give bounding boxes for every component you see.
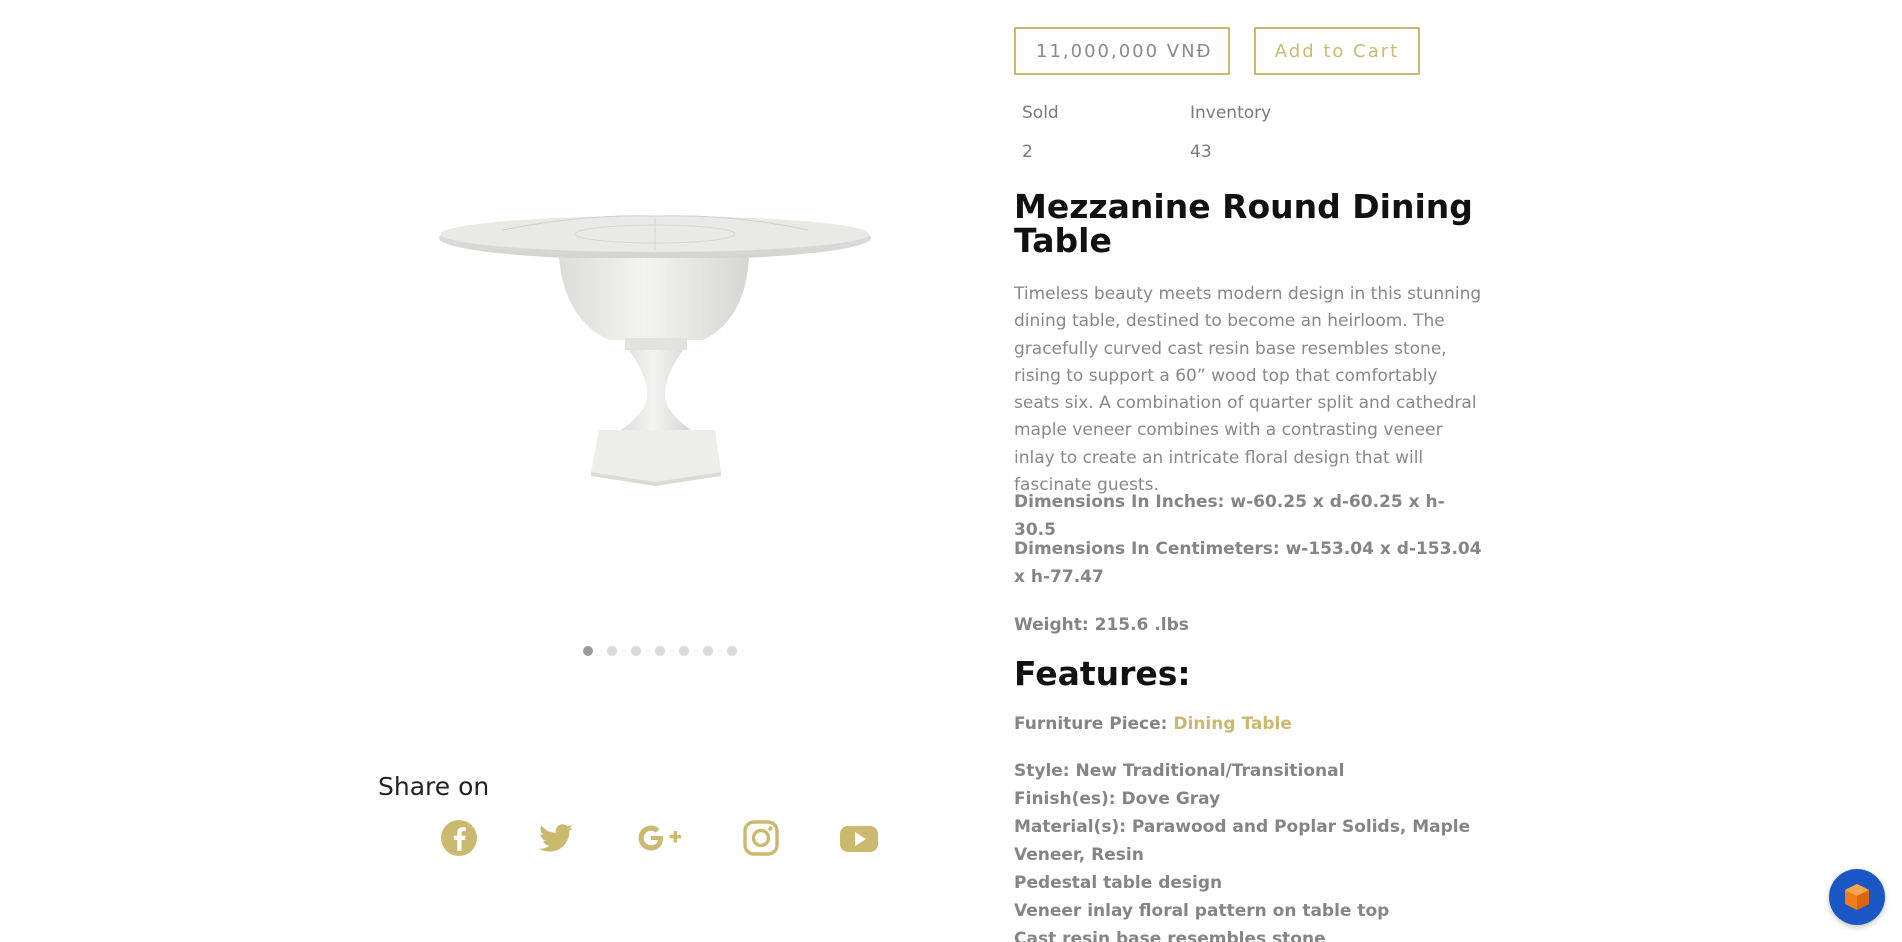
feature-finish: Finish(es): Dove Gray	[1014, 789, 1221, 809]
gallery-dot[interactable]	[631, 646, 641, 656]
furniture-piece-label: Furniture Piece:	[1014, 714, 1174, 734]
features-title: Features:	[1014, 654, 1191, 693]
product-title: Mezzanine Round Dining Table	[1014, 187, 1473, 260]
feature-materials: Material(s): Parawood and Poplar Solids,…	[1014, 817, 1471, 865]
dimensions-centimeters: Dimensions In Centimeters: w-153.04 x d-…	[1014, 539, 1482, 587]
google-plus-icon[interactable]	[636, 818, 684, 858]
sold-label: Sold	[1022, 103, 1059, 123]
gallery-dot[interactable]	[679, 646, 689, 656]
furniture-piece: Furniture Piece: Dining Table	[1014, 710, 1484, 738]
inventory-label: Inventory	[1190, 103, 1272, 123]
sold-value: 2	[1022, 142, 1033, 162]
feature-pedestal: Pedestal table design	[1014, 873, 1223, 893]
product-image	[439, 215, 871, 486]
feature-veneer-inlay: Veneer inlay floral pattern on table top	[1014, 901, 1390, 921]
gallery-dot[interactable]	[655, 646, 665, 656]
box-icon	[1845, 884, 1869, 910]
furniture-piece-link[interactable]: Dining Table	[1173, 714, 1291, 734]
instagram-icon[interactable]	[741, 818, 781, 858]
add-to-cart-button[interactable]: Add to Cart	[1254, 27, 1420, 75]
feature-list: Style: New Traditional/Transitional Fini…	[1014, 757, 1484, 942]
weight: Weight: 215.6 .lbs	[1014, 615, 1189, 635]
feature-cast-resin: Cast resin base resembles stone	[1014, 929, 1326, 942]
gallery-dot[interactable]	[607, 646, 617, 656]
share-title: Share on	[378, 772, 490, 801]
twitter-icon[interactable]	[536, 818, 576, 858]
youtube-icon[interactable]	[838, 818, 880, 858]
chat-widget-button[interactable]	[1829, 869, 1885, 925]
gallery-pagination	[583, 646, 737, 656]
facebook-icon[interactable]	[439, 818, 479, 858]
product-description: Timeless beauty meets modern design in t…	[1014, 284, 1482, 496]
feature-style: Style: New Traditional/Transitional	[1014, 761, 1345, 781]
price-display: 11,000,000 VNĐ	[1014, 27, 1230, 75]
gallery-dot[interactable]	[583, 646, 593, 656]
gallery-dot[interactable]	[703, 646, 713, 656]
gallery-dot[interactable]	[727, 646, 737, 656]
inventory-value: 43	[1190, 142, 1212, 162]
